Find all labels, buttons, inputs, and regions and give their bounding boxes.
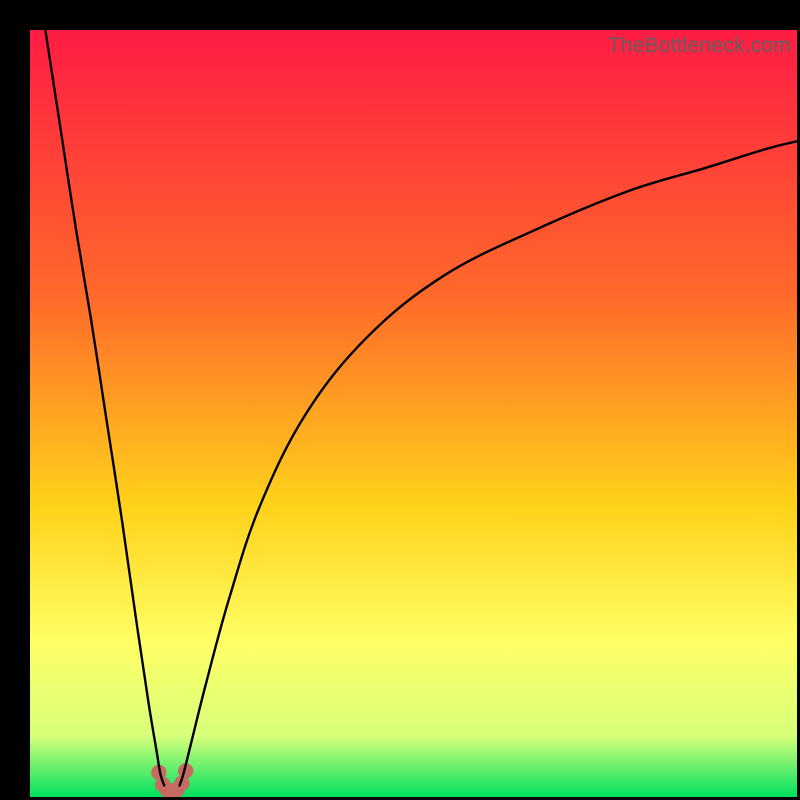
watermark-text: TheBottleneck.com <box>608 34 791 58</box>
plot-area: TheBottleneck.com <box>30 30 797 797</box>
chart-frame: TheBottleneck.com <box>0 0 800 800</box>
chart-svg <box>30 30 797 797</box>
